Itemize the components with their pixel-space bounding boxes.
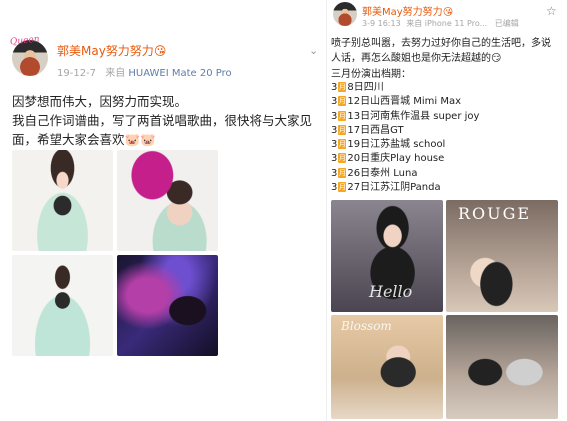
right-photo-1[interactable]: Hello — [331, 200, 443, 312]
left-author-name[interactable]: 郭美May努力努力😘 — [57, 42, 166, 59]
edited-label: 已编辑 — [494, 19, 519, 28]
left-post-body: 因梦想而伟大，因努力而实现。 我自己作词谱曲，写了两首说唱歌曲，很快将与大家见面… — [12, 92, 314, 149]
calendar-icon: 月 — [338, 167, 347, 178]
calendar-icon: 月 — [338, 82, 347, 92]
photo-overlay-text: Hello — [369, 282, 413, 301]
calendar-icon: 月 — [338, 110, 347, 121]
schedule-list: 3 月 8日四川 3 月 12日山西晋城 Mimi Max 3 月 13日河南焦作温县 su… — [331, 81, 557, 195]
left-photo-4[interactable] — [117, 255, 218, 356]
schedule-item: 3 月 20日重庆Play house — [331, 153, 445, 165]
source-prefix: 来自 — [406, 19, 423, 28]
right-author-name[interactable]: 郭美May努力努力😘 — [362, 3, 453, 18]
calendar-icon: 月 — [338, 153, 347, 164]
photo-overlay-text: Blossom — [341, 319, 392, 333]
schedule-item: 3 月 12日山西晋城 Mimi Max — [331, 96, 462, 108]
timestamp: 3-9 16:13 — [362, 19, 401, 28]
right-photo-4[interactable] — [446, 315, 558, 419]
schedule-item: 3 月 26日泰州 Luna — [331, 167, 418, 179]
device-link[interactable]: HUAWEI Mate 20 Pro — [128, 68, 231, 79]
calendar-icon: 月 — [338, 124, 347, 135]
timestamp: 19-12-7 — [57, 68, 97, 79]
source-prefix: 来自 — [105, 68, 126, 79]
schedule-item: 3 月 13日河南焦作温县 super joy — [331, 110, 480, 122]
left-photo-3[interactable] — [12, 255, 113, 356]
schedule-item: 3 月 8日四川 — [331, 82, 384, 93]
left-photo-1[interactable] — [12, 150, 113, 251]
schedule-item: 3 月 27日江苏江阴Panda — [331, 182, 441, 194]
schedule-title: 三月份演出档期： — [331, 69, 411, 80]
calendar-icon: 月 — [338, 96, 347, 107]
device-link[interactable]: iPhone 11 Pro... — [425, 19, 487, 28]
right-photo-2[interactable]: ROUGE — [446, 200, 558, 312]
schedule-item: 3 月 19日江苏盐城 school — [331, 139, 446, 151]
star-icon[interactable]: ☆ — [546, 4, 557, 18]
left-post-meta: 19-12-7 来自 HUAWEI Mate 20 Pro — [57, 64, 232, 79]
calendar-icon: 月 — [338, 139, 347, 150]
author-emoji: 😘 — [442, 7, 454, 18]
smirk-emoji: 😏 — [491, 53, 502, 64]
body-line-1: 因梦想而伟大，因努力而实现。 — [12, 94, 188, 109]
photo-overlay-text: ROUGE — [458, 204, 532, 223]
calendar-icon: 月 — [338, 182, 347, 193]
right-photo-3[interactable]: Blossom — [331, 315, 443, 419]
left-photo-2[interactable] — [117, 150, 218, 251]
right-post-body: 喷子别总叫嚣，去努力过好你自己的生活吧，多说人话，再怎么酸姐也是你无法超越的😏 — [331, 38, 551, 64]
right-post-meta: 3-9 16:13 来自 iPhone 11 Pro... 已编辑 — [362, 18, 519, 29]
pig-emoji: 🐷🐷 — [124, 132, 156, 147]
author-emoji: 😘 — [153, 44, 167, 58]
body-line-2: 我自己作词谱曲，写了两首说唱歌曲，很快将与大家见面，希望大家会喜欢🐷🐷 — [12, 113, 313, 147]
chevron-down-icon[interactable]: ⌄ — [309, 44, 318, 57]
schedule-item: 3 月 17日西昌GT — [331, 124, 404, 136]
right-avatar[interactable] — [333, 2, 357, 26]
